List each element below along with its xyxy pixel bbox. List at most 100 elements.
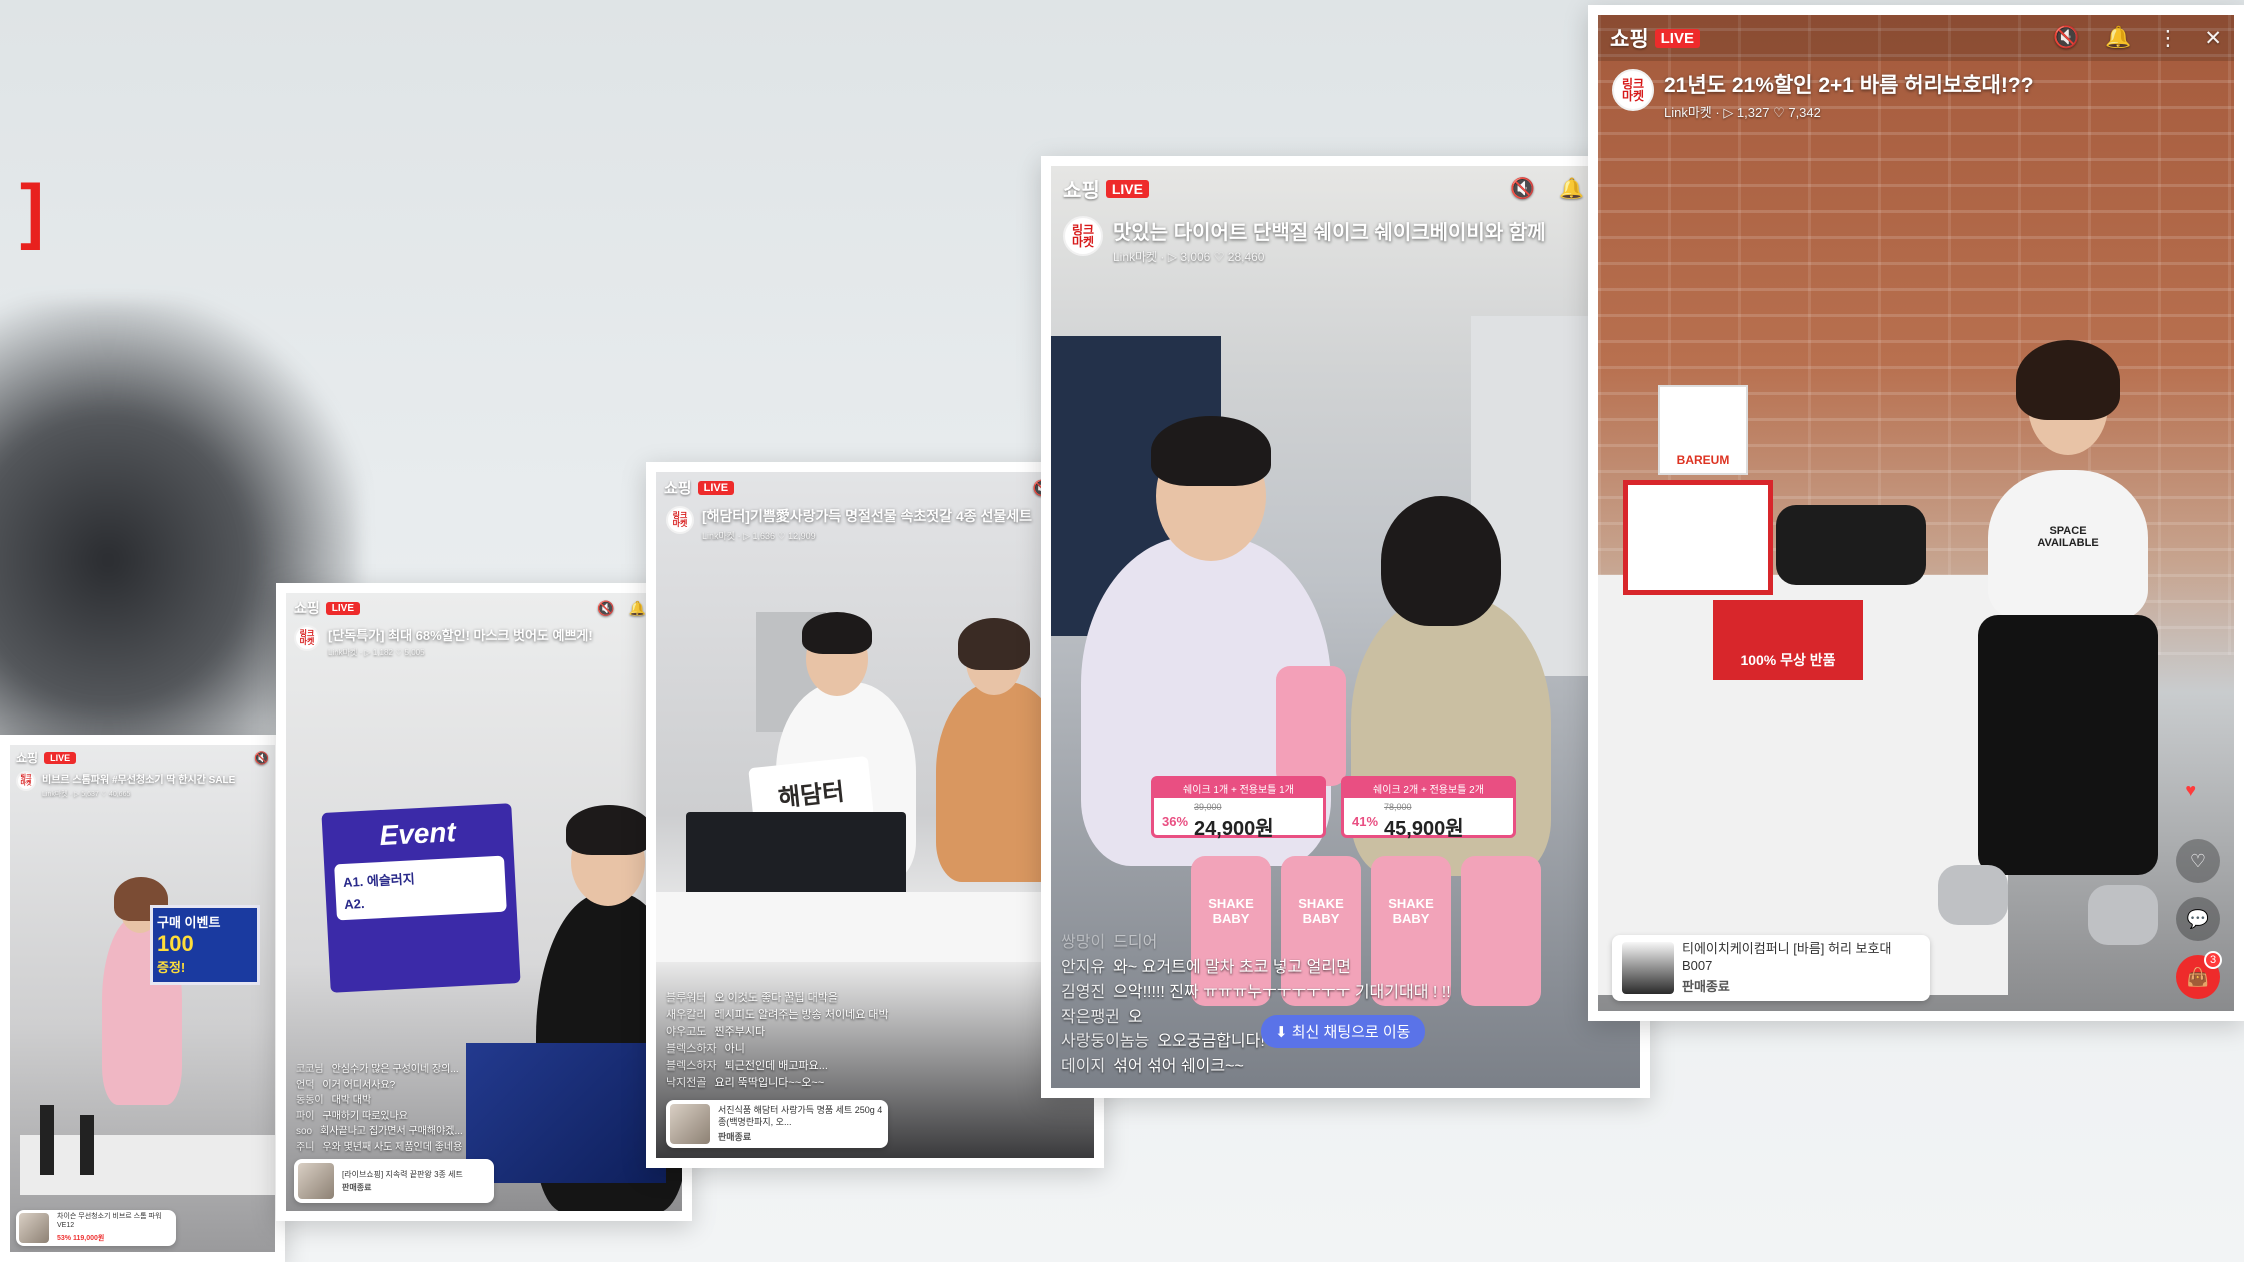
chat-message: 주니 우와 몇년째 사도 제품인데 좋네용 (296, 1141, 463, 1153)
discount-percent: 41% (1352, 814, 1379, 829)
chat-message: 블루워터 오 이것도 좋다 꿀팁 대박을 (666, 991, 839, 1004)
mute-icon[interactable]: 🔇 (2053, 26, 2079, 51)
event-sign-count: 100 (157, 931, 194, 956)
chat-message: 동동이 대박 대박 (296, 1095, 372, 1106)
broadcast-title: [단독특가] 최대 68%할인! 마스크 벗어도 예쁘게! (328, 628, 593, 643)
floating-heart-icon: ♥ (2185, 780, 2196, 800)
broadcast-title: [해담터]기쁨愛사랑가득 명절선물 속초젓갈 4종 선물세트 (702, 508, 1033, 524)
live-screen-3-frame: 해담터 쇼핑 LIVE 🔇 🔔 링크 마켓 [해담터]기쁨愛사랑가득 명절선물 … (646, 462, 1104, 1168)
bell-icon[interactable]: 🔔 (2105, 26, 2131, 51)
shopping-bag-icon: 👜 (2186, 966, 2210, 987)
bell-icon[interactable]: 🔔 (1559, 176, 1584, 201)
price-tag-label: 쉐이크 1개 + 전용보틀 1개 (1154, 779, 1323, 798)
channel-avatar[interactable]: 링크 마켓 (666, 506, 694, 534)
broadcast-title: 비브르 스톰파워 #무선청소기 딱 한시간 SALE (42, 775, 236, 786)
live-screen-2[interactable]: Event A1. 에슬러지 A2. 쇼핑 LIVE 🔇 🔔 ⋮ 링크 마켓 (286, 593, 682, 1211)
price-tag-1: 쉐이크 1개 + 전용보틀 1개 36% 39,000 24,900원 (1151, 776, 1326, 840)
close-icon[interactable]: ✕ (2204, 26, 2222, 51)
title-bar: 링크 마켓 비브르 스톰파워 #무선청소기 딱 한시간 SALE Link마켓 … (16, 771, 267, 799)
shopping-brand: 쇼핑 (1610, 28, 1649, 51)
mute-icon[interactable]: 🔇 (1510, 176, 1535, 201)
live-screen-2-frame: Event A1. 에슬러지 A2. 쇼핑 LIVE 🔇 🔔 ⋮ 링크 마켓 (276, 583, 692, 1221)
chat-message: 안지유 와~ 요거트에 말차 초코 넣고 얼리면 (1061, 959, 1351, 977)
product-name: 서진식품 해담터 사랑가득 명품 세트 250g 4종(백명란파지, 오... (718, 1105, 883, 1127)
mute-icon[interactable]: 🔇 (597, 600, 614, 617)
event-board-answer-2: A2. (343, 895, 365, 913)
more-icon[interactable]: ⋮ (2157, 26, 2178, 51)
chat-button[interactable]: 💬 (2176, 897, 2220, 941)
cart-button[interactable]: 👜 3 (2176, 951, 2222, 999)
chat-list: 블루워터 오 이것도 좋다 꿀팁 대박을 새우칼리 레시피도 알려주는 방송 처이네… (666, 990, 889, 1092)
live-screen-5[interactable]: BAREUM 100% 무상 반품 SPACE AVAILABLE 쇼핑 LIV… (1598, 15, 2234, 1011)
product-card[interactable]: 서진식품 해담터 사랑가득 명품 세트 250g 4종(백명란파지, 오... … (666, 1100, 888, 1148)
top-bar: 쇼핑 LIVE 🔇 🔔 ⋮ (1051, 166, 1640, 211)
top-bar: 쇼핑 LIVE 🔇 🔔 ⋮ ✕ (1598, 15, 2234, 61)
top-bar: 쇼핑 LIVE 🔇 🔔 (656, 472, 1094, 503)
discount-percent: 36% (1162, 814, 1189, 829)
title-bar: 링크 마켓 맛있는 다이어트 단백질 쉐이크 쉐이크베이비와 함께 Link마켓… (1063, 216, 1632, 265)
broadcast-meta: Link마켓 · ▷ 5,637 ♡ 40,665 (42, 791, 131, 798)
chat-message: 야우고도 찐주부시다 (666, 1025, 766, 1038)
chat-message: 낙지전골 요리 뚝딱입니다~~오~~ (666, 1076, 825, 1089)
live-screen-3[interactable]: 해담터 쇼핑 LIVE 🔇 🔔 링크 마켓 [해담터]기쁨愛사랑가득 명절선물 … (656, 472, 1094, 1158)
event-sign-note: 증정! (157, 960, 186, 975)
product-thumbnail (670, 1104, 710, 1144)
live-screen-1[interactable]: 구매 이벤트 100 증정! 쇼핑 LIVE 🔇 링크 마켓 비브르 스톰파워 … (10, 745, 275, 1252)
shopping-brand: 쇼핑 (16, 751, 39, 765)
product-name: [라이브쇼핑] 지속력 끝판왕 3종 세트 (342, 1169, 463, 1179)
mute-icon[interactable]: 🔇 (254, 751, 269, 765)
top-bar: 쇼핑 LIVE 🔇 (10, 745, 275, 770)
chat-message: 블렉스하자 퇴근전인데 배고파요... (666, 1059, 828, 1072)
chat-message: 코코님 안심수가 많은 구성이네 장의... (296, 1064, 459, 1075)
product-name: 차이슨 무선청소기 비브르 스톰 파워 VE12 (57, 1213, 162, 1229)
cart-count-badge: 3 (2204, 951, 2222, 969)
live-screen-4[interactable]: 쉐이크 1개 + 전용보틀 1개 36% 39,000 24,900원 쉐이크 … (1051, 166, 1640, 1088)
jump-to-latest-chat-button[interactable]: ⬇ 최신 채팅으로 이동 (1261, 1015, 1425, 1048)
broadcast-meta: Link마켓 · ▷ 3,006 ♡ 28,460 (1113, 250, 1265, 264)
return-poster: 100% 무상 반품 (1713, 600, 1863, 680)
broadcast-meta: Link마켓 · ▷ 1,327 ♡ 7,342 (1664, 105, 1821, 120)
live-badge: LIVE (1105, 179, 1149, 198)
chat-message: soo 회사끝나고 집가면서 구매해야겠... (296, 1126, 463, 1137)
shopping-brand: 쇼핑 (664, 480, 692, 497)
broadcast-meta: Link마켓 · ▷ 1,636 ♡ 12,909 (702, 531, 816, 541)
event-sign: 구매 이벤트 100 증정! (150, 905, 260, 985)
channel-avatar[interactable]: 링크 마켓 (1063, 216, 1103, 256)
chat-message: 쌍망이 드디어 (1061, 934, 1158, 952)
shirt-print: SPACE AVAILABLE (2037, 525, 2099, 549)
price-tag-2: 쉐이크 2개 + 전용보틀 2개 41% 78,000 45,900원 (1341, 776, 1516, 840)
live-badge: LIVE (325, 601, 360, 615)
live-badge: LIVE (44, 751, 77, 764)
scene-5: BAREUM 100% 무상 반품 SPACE AVAILABLE (1598, 15, 2234, 1011)
heart-icon: ♡ (2189, 850, 2207, 871)
event-board-answer-1: A1. 에슬러지 (342, 871, 416, 891)
shopping-brand: 쇼핑 (294, 600, 320, 616)
product-status: 판매종료 (718, 1131, 752, 1142)
product-card[interactable]: [라이브쇼핑] 지속력 끝판왕 3종 세트 판매종료 (294, 1159, 494, 1203)
product-card[interactable]: 티에이치케이컴퍼니 [바름] 허리 보호대 B007 판매종료 (1612, 935, 1930, 1001)
like-button[interactable]: ♡ (2176, 839, 2220, 883)
chat-message: 김영진 으악!!!!! 진짜 ㅠㅠㅠ누ㅜㅜㅜㅜㅜㅜ 기대기대대 ! !! (1061, 983, 1451, 1001)
event-board-title: Event (378, 816, 457, 852)
chat-message: 블렉스하자 아니 (666, 1042, 745, 1055)
sale-price: 45,900원 (1384, 818, 1464, 840)
event-sign-title: 구매 이벤트 (157, 915, 221, 930)
broadcast-title: 맛있는 다이어트 단백질 쉐이크 쉐이크베이비와 함께 (1113, 222, 1546, 244)
product-status: 판매종료 (1682, 978, 1730, 994)
title-bar: 링크 마켓 21년도 21%할인 2+1 바름 허리보호대!?? Link마켓 … (1612, 69, 2226, 121)
event-board: Event A1. 에슬러지 A2. (321, 803, 521, 993)
channel-avatar[interactable]: 링크 마켓 (1612, 69, 1654, 111)
product-card[interactable]: 차이슨 무선청소기 비브르 스톰 파워 VE12 53% 119,000원 (16, 1210, 176, 1246)
top-bar: 쇼핑 LIVE 🔇 🔔 ⋮ (286, 593, 682, 623)
price-tag-label: 쉐이크 2개 + 전용보틀 2개 (1344, 779, 1513, 798)
arrow-down-icon: ⬇ (1275, 1024, 1292, 1041)
title-bar: 링크 마켓 [단독특가] 최대 68%할인! 마스크 벗어도 예쁘게! Link… (294, 625, 674, 658)
bell-icon[interactable]: 🔔 (629, 600, 646, 617)
channel-avatar[interactable]: 링크 마켓 (16, 771, 36, 791)
jump-to-latest-chat-label: 최신 채팅으로 이동 (1291, 1024, 1411, 1041)
chat-message: 새우칼리 레시피도 알려주는 방송 처이네요 대박 (666, 1008, 889, 1021)
live-screen-4-frame: 쉐이크 1개 + 전용보틀 1개 36% 39,000 24,900원 쉐이크 … (1041, 156, 1650, 1098)
scene-1: 구매 이벤트 100 증정! (10, 745, 275, 1252)
product-thumbnail (298, 1163, 334, 1199)
channel-avatar[interactable]: 링크 마켓 (294, 625, 320, 651)
